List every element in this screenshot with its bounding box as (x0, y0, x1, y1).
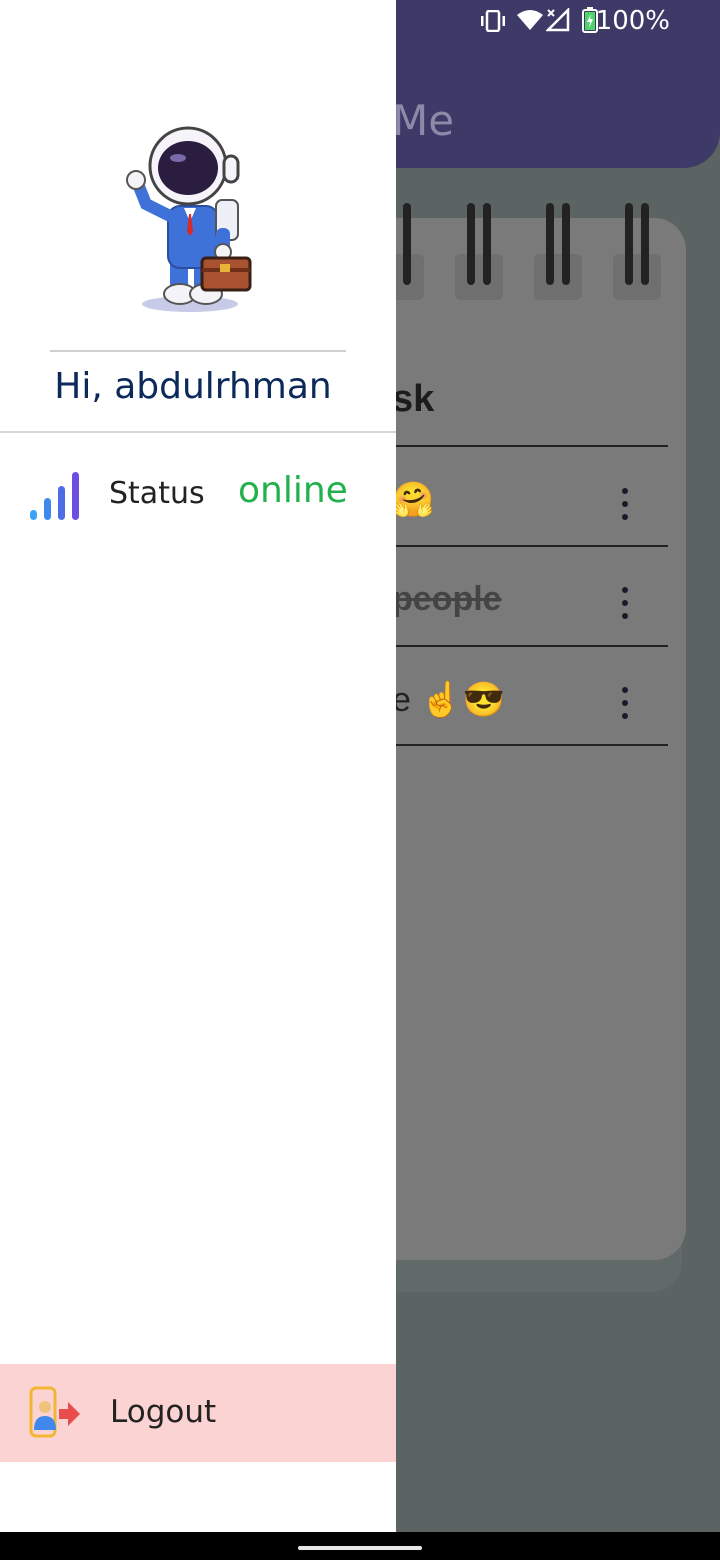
binder-ring (562, 203, 570, 285)
system-navigation-bar (0, 1532, 720, 1560)
no-signal-icon (546, 8, 570, 32)
binder-ring (625, 203, 633, 285)
row-divider (392, 445, 668, 447)
app-title: Me (392, 96, 455, 145)
ring-slot (613, 254, 661, 300)
status-bar: 100% (400, 0, 720, 44)
status-label: Status (109, 476, 205, 511)
logout-label: Logout (110, 1394, 217, 1430)
status-value: online (238, 470, 348, 511)
wifi-icon (517, 10, 543, 30)
binder-ring (403, 203, 411, 285)
logout-button[interactable]: Logout (0, 1364, 396, 1462)
binder-ring (641, 203, 649, 285)
row-divider (392, 744, 668, 746)
battery-percentage: 100% (595, 6, 670, 36)
ring-slot (455, 254, 503, 300)
row-divider (392, 645, 668, 647)
task-row-text: e ☝️😎 (392, 681, 506, 719)
task-list-header: sk (392, 378, 435, 420)
logout-icon (29, 1386, 80, 1438)
more-vert-icon[interactable] (620, 685, 630, 721)
more-vert-icon[interactable] (620, 486, 630, 522)
task-row-text: people (392, 580, 502, 618)
ring-slot (534, 254, 582, 300)
avatar-divider (50, 350, 346, 352)
navigation-drawer: Hi, abdulrhman Status online Logout (0, 0, 396, 1532)
binder-ring (483, 203, 491, 285)
home-gesture-handle[interactable] (298, 1546, 422, 1550)
binder-ring (467, 203, 475, 285)
status-row: Status online (0, 466, 396, 526)
more-vert-icon[interactable] (620, 585, 630, 621)
astronaut-avatar (126, 126, 252, 312)
task-row-text: 🤗 (392, 481, 435, 519)
row-divider (392, 545, 668, 547)
vibrate-icon (481, 10, 505, 32)
signal-strength-icon (30, 472, 79, 520)
section-divider (0, 431, 396, 433)
greeting-text: Hi, abdulrhman (54, 366, 332, 407)
binder-ring (546, 203, 554, 285)
